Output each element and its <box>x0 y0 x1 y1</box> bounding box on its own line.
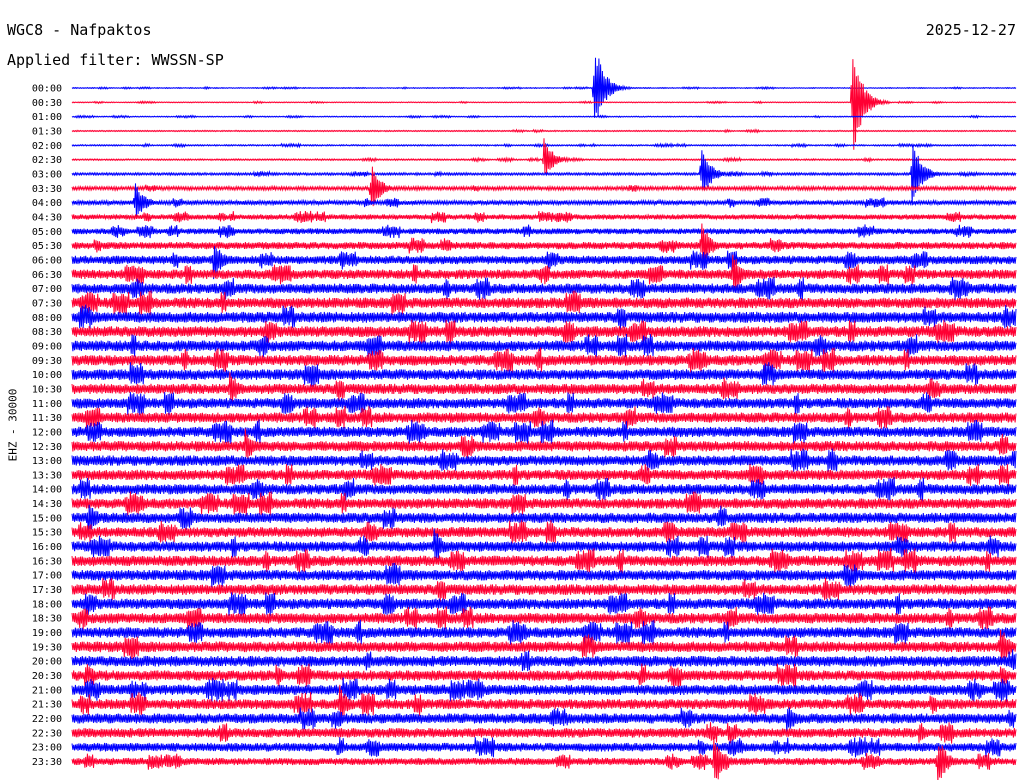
time-tick-label: 16:00 <box>32 542 62 553</box>
time-tick-label: 04:30 <box>32 212 62 223</box>
trace-0800 <box>71 304 1017 331</box>
time-tick-label: 05:30 <box>32 241 62 252</box>
trace-1800 <box>71 592 1017 617</box>
time-tick-label: 15:30 <box>32 528 62 539</box>
time-tick-label: 07:30 <box>32 298 62 309</box>
time-tick-label: 06:00 <box>32 255 62 266</box>
time-tick-label: 19:30 <box>32 642 62 653</box>
seismogram-plot: 00:00 00:30 01:00 01:30 02:00 02:30 03:00 03:30… <box>32 57 1017 780</box>
time-tick-label: 06:30 <box>32 270 62 281</box>
trace-0900 <box>71 333 1017 358</box>
time-tick-label: 22:00 <box>32 714 62 725</box>
time-tick-label: 13:00 <box>32 456 62 467</box>
time-tick-label: 15:00 <box>32 513 62 524</box>
trace-1830 <box>71 606 1017 631</box>
trace-0030 <box>71 59 1017 150</box>
trace-0830 <box>71 319 1017 345</box>
time-tick-label: 01:00 <box>32 112 62 123</box>
time-tick-label: 17:30 <box>32 585 62 596</box>
time-tick-label: 02:00 <box>32 141 62 152</box>
time-tick-label: 08:30 <box>32 327 62 338</box>
time-tick-label: 09:00 <box>32 341 62 352</box>
trace-0100 <box>71 114 1017 120</box>
time-tick-label: 23:00 <box>32 743 62 754</box>
time-tick-label: 14:00 <box>32 485 62 496</box>
trace-1400 <box>71 477 1017 502</box>
time-tick-label: 21:30 <box>32 700 62 711</box>
time-tick-label: 18:30 <box>32 614 62 625</box>
time-tick-label: 12:00 <box>32 427 62 438</box>
trace-1630 <box>71 547 1017 574</box>
time-tick-label: 22:30 <box>32 728 62 739</box>
trace-0930 <box>71 347 1017 374</box>
time-tick-label: 20:30 <box>32 671 62 682</box>
trace-2030 <box>71 663 1017 688</box>
trace-1300 <box>71 448 1017 472</box>
trace-1530 <box>71 520 1017 544</box>
trace-2100 <box>71 677 1017 703</box>
trace-2300 <box>71 737 1017 758</box>
trace-2330 <box>71 736 1017 780</box>
time-tick-label: 11:00 <box>32 399 62 410</box>
trace-1700 <box>71 562 1017 588</box>
trace-0130 <box>71 128 1017 134</box>
time-tick-label: 18:00 <box>32 599 62 610</box>
trace-0500 <box>71 224 1017 239</box>
trace-1900 <box>71 619 1017 646</box>
time-tick-label: 03:00 <box>32 169 62 180</box>
trace-0230 <box>71 138 1017 175</box>
time-tick-label: 10:00 <box>32 370 62 381</box>
trace-2230 <box>71 722 1017 744</box>
time-tick-label: 04:00 <box>32 198 62 209</box>
trace-1200 <box>71 419 1017 445</box>
time-tick-label: 13:30 <box>32 470 62 481</box>
time-tick-label: 23:30 <box>32 757 62 768</box>
time-tick-label: 09:30 <box>32 356 62 367</box>
trace-0730 <box>71 290 1017 316</box>
time-tick-label: 11:30 <box>32 413 62 424</box>
helicorder-page: WGC8 - Nafpaktos 2025-12-27 Applied filt… <box>0 0 1024 780</box>
time-tick-label: 03:30 <box>32 184 62 195</box>
time-tick-label: 12:30 <box>32 442 62 453</box>
trace-1430 <box>71 491 1017 517</box>
trace-0700 <box>71 276 1017 301</box>
trace-1330 <box>71 463 1017 487</box>
time-tick-label: 05:00 <box>32 227 62 238</box>
time-tick-label: 14:30 <box>32 499 62 510</box>
time-tick-label: 07:00 <box>32 284 62 295</box>
time-tick-label: 10:30 <box>32 384 62 395</box>
time-tick-label: 21:00 <box>32 685 62 696</box>
time-tick-label: 01:30 <box>32 126 62 137</box>
time-tick-label: 17:00 <box>32 571 62 582</box>
time-tick-label: 19:00 <box>32 628 62 639</box>
time-tick-label: 16:30 <box>32 556 62 567</box>
time-tick-label: 20:00 <box>32 657 62 668</box>
trace-0430 <box>71 210 1017 224</box>
time-tick-label: 00:30 <box>32 98 62 109</box>
trace-0000 <box>71 57 1017 118</box>
trace-2000 <box>71 649 1017 672</box>
time-tick-label: 08:00 <box>32 313 62 324</box>
time-tick-label: 02:30 <box>32 155 62 166</box>
time-tick-label: 00:00 <box>32 84 62 95</box>
